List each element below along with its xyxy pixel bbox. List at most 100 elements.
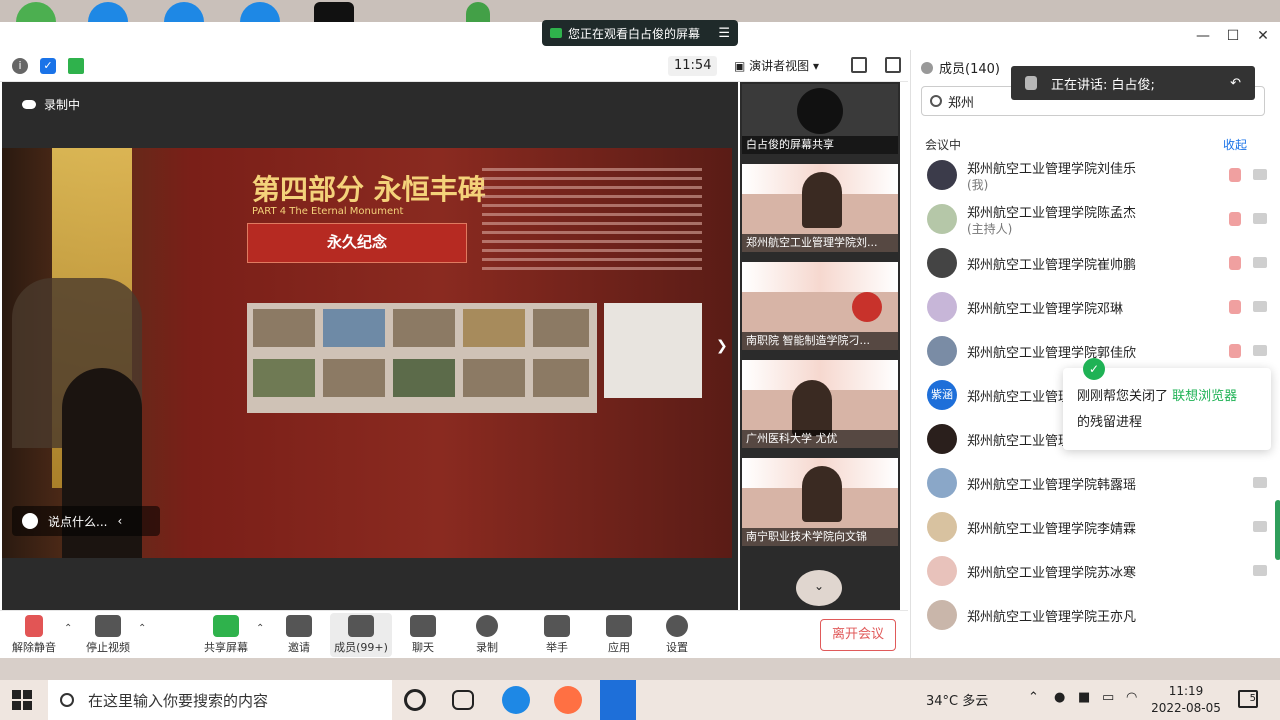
edge-browser-icon[interactable]	[502, 686, 530, 714]
desktop-app-icon[interactable]	[466, 2, 490, 22]
screen-share-banner[interactable]: 您正在观看白占俊的屏幕 ☰	[542, 20, 738, 46]
member-list-scrollbar[interactable]	[1275, 500, 1280, 560]
screen-share-tile[interactable]: 白占俊的屏幕共享	[742, 84, 898, 154]
video-off-icon[interactable]	[1253, 345, 1267, 356]
menu-icon[interactable]: ☰	[718, 26, 730, 41]
invite-label: 邀请	[288, 641, 310, 654]
member-row[interactable]: 郑州航空工业管理学院李婧霖	[911, 506, 1280, 550]
video-off-icon[interactable]	[1253, 477, 1267, 488]
info-icon[interactable]: i	[12, 58, 28, 74]
member-row[interactable]: 郑州航空工业管理学院陈孟杰 (主持人)	[911, 198, 1280, 242]
windows-start-icon[interactable]	[12, 690, 32, 710]
desktop-app-icon[interactable]	[16, 2, 56, 22]
video-tile[interactable]: 郑州航空工业管理学院刘...	[742, 164, 898, 252]
minimize-icon[interactable]: —	[1192, 26, 1214, 46]
emoji-icon[interactable]	[22, 513, 38, 529]
wifi-icon[interactable]: ◠	[1126, 690, 1137, 705]
chevron-right-icon[interactable]: ❯	[716, 338, 728, 354]
toast-link[interactable]: 联想浏览器	[1172, 389, 1237, 404]
member-row[interactable]: 郑州航空工业管理学院刘佳乐 (我)	[911, 154, 1280, 198]
cortana-icon[interactable]	[404, 689, 426, 711]
member-row[interactable]: 郑州航空工业管理学院王亦凡	[911, 594, 1280, 638]
member-name: 郑州航空工业管理学院郭佳欣	[967, 346, 1137, 361]
firefox-icon[interactable]	[554, 686, 582, 714]
avatar	[927, 248, 957, 278]
member-row[interactable]: 郑州航空工业管理学院苏冰寒	[911, 550, 1280, 594]
video-tile[interactable]: 南职院 智能制造学院刁...	[742, 262, 898, 350]
collapse-link[interactable]: 收起	[1223, 136, 1247, 153]
stop-video-label: 停止视频	[86, 641, 130, 654]
member-row[interactable]: 郑州航空工业管理学院邓琳	[911, 286, 1280, 330]
member-name: 郑州航空工业管理	[967, 390, 1072, 405]
undo-icon[interactable]: ↶	[1230, 76, 1241, 91]
members-button[interactable]: 成员(99+)	[330, 613, 392, 657]
meeting-window: — ☐ ✕ i ✓ 11:54 ▣ 演讲者视图 ▾ 录制中 第四部分 永恒丰碑 …	[0, 22, 1280, 658]
mic-icon[interactable]: ●	[1054, 690, 1065, 705]
avatar	[927, 556, 957, 586]
desktop-app-icon[interactable]	[88, 2, 128, 22]
mic-muted-icon[interactable]	[1229, 300, 1241, 314]
avatar	[927, 424, 957, 454]
exhibit-photo	[393, 309, 455, 347]
meeting-timer: 11:54	[668, 56, 718, 76]
chevron-up-icon[interactable]: ⌃	[138, 623, 146, 634]
video-off-icon[interactable]	[1253, 213, 1267, 224]
member-name: 郑州航空工业管理学院李婧霖	[967, 522, 1137, 537]
meeting-app-icon[interactable]	[600, 680, 636, 720]
fullscreen-icon[interactable]	[851, 57, 867, 73]
taskbar-clock[interactable]: 11:19 2022-08-05	[1146, 683, 1226, 717]
member-row[interactable]: 郑州航空工业管理学院韩露瑶	[911, 462, 1280, 506]
video-tile[interactable]: 广州医科大学 尤优	[742, 360, 898, 448]
task-view-icon[interactable]	[452, 690, 474, 710]
keyboard-icon[interactable]: ■	[1078, 690, 1090, 705]
search-icon	[60, 693, 74, 707]
desktop-app-icon[interactable]	[164, 2, 204, 22]
share-screen-button[interactable]: 共享屏幕	[204, 615, 248, 655]
apps-button[interactable]: 应用	[606, 615, 632, 655]
meeting-controls: 解除静音 ⌃ 停止视频 ⌃ 共享屏幕 ⌃ 邀请 成员(99+) 聊天 录制 举手…	[0, 610, 908, 658]
chevron-left-icon[interactable]: ‹	[117, 514, 122, 528]
quick-chat-input[interactable]: 说点什么... ‹	[12, 506, 160, 536]
leave-meeting-button[interactable]: 离开会议	[820, 619, 896, 651]
stop-video-button[interactable]: 停止视频	[86, 615, 130, 655]
mic-muted-icon[interactable]	[1229, 344, 1241, 358]
video-off-icon[interactable]	[1253, 257, 1267, 268]
chevron-up-icon[interactable]: ⌃	[256, 623, 264, 634]
users-icon	[348, 615, 374, 637]
video-off-icon[interactable]	[1253, 521, 1267, 532]
mic-muted-icon[interactable]	[1229, 168, 1241, 182]
mic-muted-icon[interactable]	[1229, 256, 1241, 270]
cloud-icon	[22, 100, 36, 109]
video-tile[interactable]: 南宁职业技术学院向文锦	[742, 458, 898, 546]
raise-hand-button[interactable]: 举手	[544, 615, 570, 655]
chevron-up-icon[interactable]: ⌃	[1028, 690, 1039, 705]
member-row[interactable]: 郑州航空工业管理学院崔帅鹏	[911, 242, 1280, 286]
exhibit-photo	[533, 359, 589, 397]
sidebar-toggle-icon[interactable]	[885, 57, 901, 73]
member-name: 郑州航空工业管理学院刘佳乐	[967, 162, 1137, 177]
exhibit-title: 第四部分 永恒丰碑	[252, 173, 486, 206]
video-off-icon[interactable]	[1253, 301, 1267, 312]
weather-widget[interactable]: 34°C 多云	[926, 690, 988, 709]
view-mode-dropdown[interactable]: ▣ 演讲者视图 ▾	[734, 56, 819, 76]
invite-button[interactable]: 邀请	[286, 615, 312, 655]
desktop-app-icon[interactable]	[240, 2, 280, 22]
battery-icon[interactable]: ▭	[1102, 690, 1114, 705]
record-button[interactable]: 录制	[476, 615, 498, 655]
video-off-icon[interactable]	[1253, 565, 1267, 576]
desktop-app-icon[interactable]	[314, 2, 354, 22]
mic-muted-icon[interactable]	[1229, 212, 1241, 226]
notification-center-icon[interactable]: 5	[1238, 690, 1258, 708]
shield-icon[interactable]: ✓	[40, 58, 56, 74]
signal-icon[interactable]	[68, 58, 84, 74]
chevron-up-icon[interactable]: ⌃	[64, 623, 72, 634]
settings-button[interactable]: 设置	[666, 615, 688, 655]
taskbar-search-input[interactable]: 在这里输入你要搜索的内容	[48, 680, 392, 720]
chevron-down-icon[interactable]: ⌄	[796, 570, 842, 606]
active-speaker-popup: 正在讲话: 白占俊; ↶	[1011, 66, 1255, 100]
video-off-icon[interactable]	[1253, 169, 1267, 180]
unmute-button[interactable]: 解除静音	[12, 615, 56, 655]
maximize-icon[interactable]: ☐	[1222, 26, 1244, 46]
chat-button[interactable]: 聊天	[410, 615, 436, 655]
close-icon[interactable]: ✕	[1252, 26, 1274, 46]
